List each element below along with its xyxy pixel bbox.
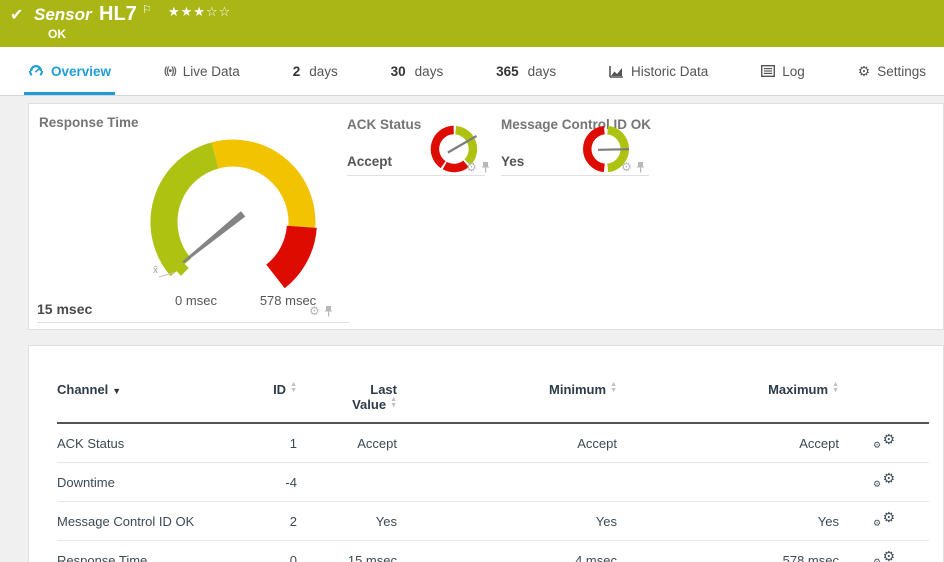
priority-stars[interactable]: ★★★☆☆ xyxy=(168,4,231,20)
sort-icon: ▲▼ xyxy=(610,382,617,394)
channel-name: Message Control ID OK xyxy=(57,502,237,541)
gauges-panel: Response Time x̄ 0 msec 578 msec 15 msec… xyxy=(28,103,944,330)
pin-icon[interactable] xyxy=(324,306,333,317)
tab-log[interactable]: Log xyxy=(757,47,809,95)
channel-minimum: Accept xyxy=(397,423,617,463)
sort-desc-icon: ▼ xyxy=(112,386,121,396)
channel-settings-gears-icon[interactable]: ⚙⚙ xyxy=(873,550,895,562)
widget-gear-icon[interactable]: ⚙ xyxy=(466,161,477,173)
gauge-needle xyxy=(177,211,245,267)
column-header-id[interactable]: ID▲▼ xyxy=(237,374,297,423)
channel-settings-gears-icon[interactable]: ⚙⚙ xyxy=(873,472,895,489)
channel-name: Downtime xyxy=(57,463,237,502)
channel-id: 1 xyxy=(237,423,297,463)
channels-table: Channel▼ ID▲▼ Last Value▲▼ Minimum▲▼ Max… xyxy=(57,374,929,562)
log-icon xyxy=(761,65,775,77)
channel-maximum: Yes xyxy=(617,502,839,541)
channel-settings-gears-icon[interactable]: ⚙⚙ xyxy=(873,511,895,528)
channel-last-value: Accept xyxy=(297,423,397,463)
channel-maximum: 578 msec xyxy=(617,541,839,562)
channel-name: ACK Status xyxy=(57,423,237,463)
ack-status-widget-icons: ⚙ xyxy=(466,161,490,173)
gear-icon: ⚙ xyxy=(858,64,871,78)
tab-30-days-label: days xyxy=(415,64,444,79)
sensor-page: ✔ Sensor HL7 ⚐ ★★★☆☆ OK Overview ((•)) L… xyxy=(0,0,944,562)
tab-2-days-number: 2 xyxy=(293,64,301,79)
response-time-gauge-title: Response Time xyxy=(39,115,139,130)
sort-icon: ▲▼ xyxy=(290,382,297,394)
column-header-channel[interactable]: Channel▼ xyxy=(57,374,237,423)
widget-gear-icon[interactable]: ⚙ xyxy=(309,305,320,317)
tab-30-days[interactable]: 30 days xyxy=(387,47,448,95)
chart-icon xyxy=(609,65,624,78)
tab-30-days-number: 30 xyxy=(391,64,406,79)
gauge-needle xyxy=(598,149,629,150)
average-marker: x̄ xyxy=(153,265,158,276)
response-time-value: 15 msec xyxy=(37,301,92,317)
live-data-icon: ((•)) xyxy=(164,66,176,77)
pin-icon[interactable] xyxy=(481,162,490,173)
response-time-widget-icons: ⚙ xyxy=(309,305,333,317)
tab-log-label: Log xyxy=(782,64,805,79)
channels-panel: Channel▼ ID▲▼ Last Value▲▼ Minimum▲▼ Max… xyxy=(28,345,944,562)
tab-365-days-number: 365 xyxy=(496,64,519,79)
response-time-gauge: x̄ xyxy=(133,122,333,290)
tab-2-days[interactable]: 2 days xyxy=(289,47,342,95)
channel-minimum: 4 msec xyxy=(397,541,617,562)
tab-historic-data[interactable]: Historic Data xyxy=(605,47,712,95)
status-badge: OK xyxy=(48,27,66,41)
channel-minimum: Yes xyxy=(397,502,617,541)
sensor-name: HL7 xyxy=(99,3,137,26)
table-row: Response Time 0 15 msec 4 msec 578 msec … xyxy=(57,541,929,562)
tab-365-days-label: days xyxy=(528,64,557,79)
tab-settings[interactable]: ⚙ Settings xyxy=(854,47,930,95)
tab-overview-label: Overview xyxy=(51,64,111,79)
message-control-value: Yes xyxy=(501,154,524,169)
channel-settings-gears-icon[interactable]: ⚙⚙ xyxy=(873,433,895,450)
tab-365-days[interactable]: 365 days xyxy=(492,47,560,95)
column-header-maximum[interactable]: Maximum▲▼ xyxy=(617,374,839,423)
table-row: Downtime -4 ⚙⚙ xyxy=(57,463,929,502)
tab-overview[interactable]: Overview xyxy=(24,47,115,95)
sort-icon: ▲▼ xyxy=(832,382,839,394)
column-header-last-value[interactable]: Last Value▲▼ xyxy=(297,374,397,423)
tab-historic-data-label: Historic Data xyxy=(631,64,708,79)
channel-minimum xyxy=(397,463,617,502)
gauge-icon xyxy=(28,63,44,79)
table-row: ACK Status 1 Accept Accept Accept ⚙⚙ xyxy=(57,423,929,463)
tab-live-data[interactable]: ((•)) Live Data xyxy=(160,47,244,95)
ack-status-value: Accept xyxy=(347,154,392,169)
channel-last-value xyxy=(297,463,397,502)
sensor-status-header: ✔ Sensor HL7 ⚐ ★★★☆☆ OK xyxy=(0,0,944,47)
tab-bar: Overview ((•)) Live Data 2 days 30 days … xyxy=(0,47,944,96)
message-control-widget-icons: ⚙ xyxy=(621,161,645,173)
channel-id: -4 xyxy=(237,463,297,502)
channel-last-value: 15 msec xyxy=(297,541,397,562)
table-row: Message Control ID OK 2 Yes Yes Yes ⚙⚙ xyxy=(57,502,929,541)
widget-gear-icon[interactable]: ⚙ xyxy=(621,161,632,173)
tab-2-days-label: days xyxy=(309,64,338,79)
table-header-row: Channel▼ ID▲▼ Last Value▲▼ Minimum▲▼ Max… xyxy=(57,374,929,423)
channel-id: 0 xyxy=(237,541,297,562)
object-type-label: Sensor xyxy=(34,5,92,25)
ack-status-gauge-title: ACK Status xyxy=(347,117,421,132)
channel-maximum xyxy=(617,463,839,502)
channel-name: Response Time xyxy=(57,541,237,562)
sort-icon: ▲▼ xyxy=(390,397,397,409)
pin-icon[interactable] xyxy=(636,162,645,173)
gauge-scale-min: 0 msec xyxy=(164,293,228,308)
channel-id: 2 xyxy=(237,502,297,541)
channel-maximum: Accept xyxy=(617,423,839,463)
column-header-minimum[interactable]: Minimum▲▼ xyxy=(397,374,617,423)
priority-flag-icon[interactable]: ⚐ xyxy=(142,3,152,16)
channel-last-value: Yes xyxy=(297,502,397,541)
tab-live-data-label: Live Data xyxy=(183,64,240,79)
tab-settings-label: Settings xyxy=(877,64,926,79)
ok-check-icon: ✔ xyxy=(10,5,23,25)
